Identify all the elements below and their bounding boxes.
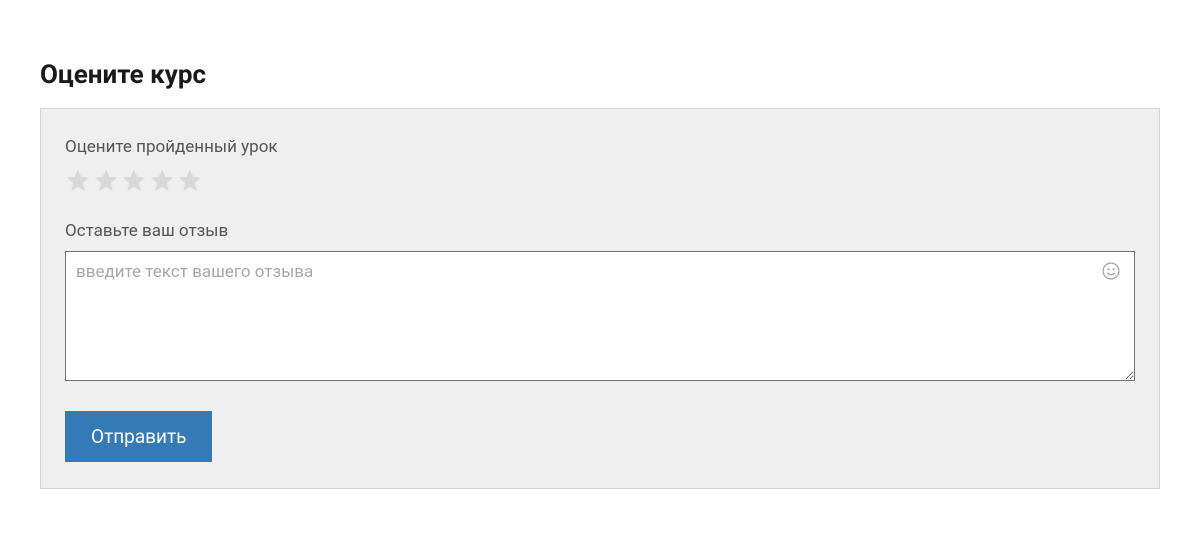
page-title: Оцените курс: [40, 60, 1160, 90]
rating-stars: [65, 167, 1135, 193]
review-label: Оставьте ваш отзыв: [65, 221, 1135, 241]
star-icon[interactable]: [65, 167, 91, 193]
review-textarea-wrap: [65, 251, 1135, 385]
star-icon[interactable]: [177, 167, 203, 193]
star-icon[interactable]: [93, 167, 119, 193]
smiley-icon[interactable]: [1101, 261, 1121, 281]
review-textarea[interactable]: [65, 251, 1135, 381]
star-icon[interactable]: [121, 167, 147, 193]
review-form-panel: Оцените пройденный урок Оставьте ваш отз…: [40, 108, 1160, 489]
star-icon[interactable]: [149, 167, 175, 193]
rating-label: Оцените пройденный урок: [65, 137, 1135, 157]
submit-button[interactable]: Отправить: [65, 411, 212, 462]
